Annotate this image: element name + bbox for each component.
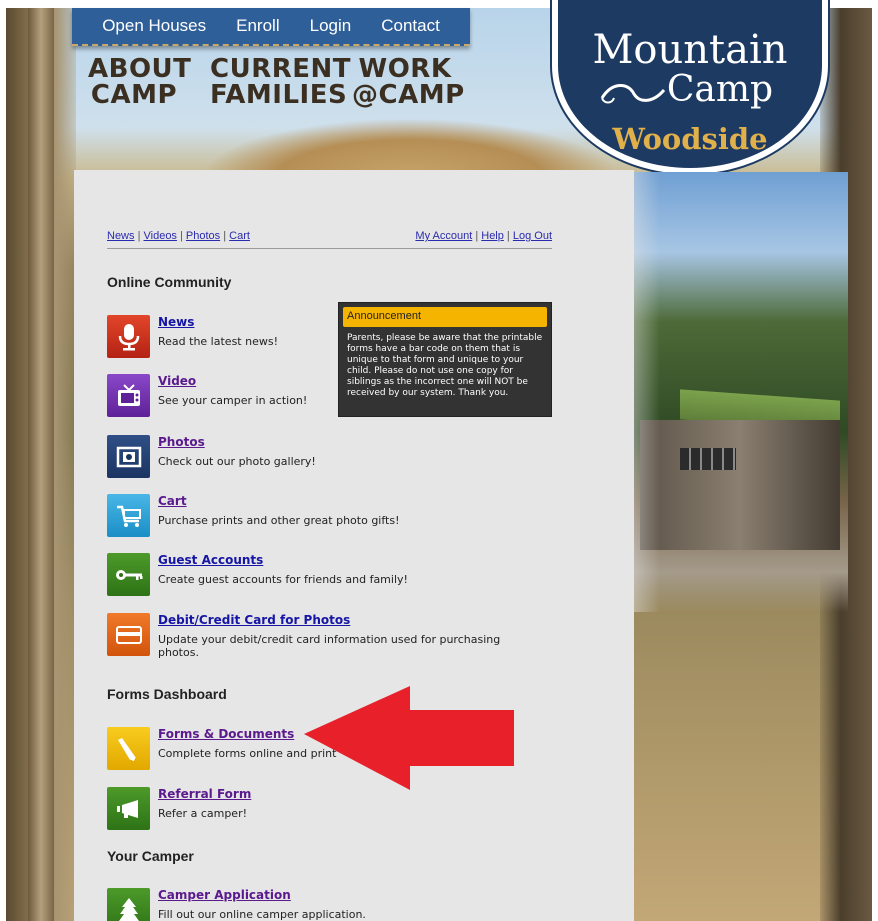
logo-camp-text: Camp: [666, 69, 774, 110]
list-item-camper-application: Camper Application Fill out our online c…: [107, 888, 547, 921]
camper-application-description: Fill out our online camper application.: [158, 908, 366, 921]
guest-accounts-link[interactable]: Guest Accounts: [158, 553, 263, 567]
video-link[interactable]: Video: [158, 374, 196, 388]
section-online-community: Online Community: [107, 274, 232, 290]
announcement-box: Announcement Parents, please be aware th…: [338, 302, 552, 417]
list-item-debit-credit: Debit/Credit Card for Photos Update your…: [107, 613, 547, 659]
link-cart[interactable]: Cart: [229, 230, 250, 242]
photo-fade-edge: [600, 172, 660, 612]
pine-tree-icon[interactable]: [107, 888, 150, 921]
forms-documents-link[interactable]: Forms & Documents: [158, 727, 294, 741]
nav-contact[interactable]: Contact: [381, 16, 440, 36]
link-my-account[interactable]: My Account: [415, 230, 472, 242]
camper-application-link[interactable]: Camper Application: [158, 888, 291, 902]
background-hills: [200, 118, 620, 178]
chalk-nav-work-line2: @CAMP: [352, 80, 465, 110]
section-links: News | Videos | Photos | Cart: [107, 230, 250, 242]
referral-form-description: Refer a camper!: [158, 807, 247, 820]
chalk-nav-current-line2: FAMILIES: [210, 80, 348, 110]
key-icon[interactable]: [107, 553, 150, 596]
background-tree-trunk: [28, 8, 54, 921]
announcement-title: Announcement: [343, 307, 547, 327]
guest-accounts-description: Create guest accounts for friends and fa…: [158, 573, 408, 586]
photo-building: [640, 420, 840, 550]
account-link-bar: News | Videos | Photos | Cart My Account…: [107, 229, 552, 249]
nav-open-houses[interactable]: Open Houses: [102, 16, 206, 36]
photo-windows: [680, 448, 736, 470]
cart-description: Purchase prints and other great photo gi…: [158, 514, 400, 527]
link-news[interactable]: News: [107, 230, 135, 242]
chalk-nav-current-line1: CURRENT: [210, 54, 351, 84]
logo-mountain-text: Mountain: [592, 27, 788, 73]
chalk-nav-about-line2: CAMP: [90, 80, 178, 110]
news-link[interactable]: News: [158, 315, 194, 329]
debit-credit-description: Update your debit/credit card informatio…: [158, 633, 501, 659]
referral-form-link[interactable]: Referral Form: [158, 787, 251, 801]
credit-card-icon[interactable]: [107, 613, 150, 656]
section-your-camper: Your Camper: [107, 848, 194, 864]
chalk-nav-about-line1: ABOUT: [88, 54, 192, 84]
cart-link[interactable]: Cart: [158, 494, 187, 508]
mountain-camp-logo[interactable]: Mountain Camp Woodside: [552, 0, 828, 174]
megaphone-icon[interactable]: [107, 787, 150, 830]
link-videos[interactable]: Videos: [144, 230, 177, 242]
tv-icon[interactable]: [107, 374, 150, 417]
list-item-cart: Cart Purchase prints and other great pho…: [107, 494, 547, 538]
nav-enroll[interactable]: Enroll: [236, 16, 279, 36]
photo-frame-icon[interactable]: [107, 435, 150, 478]
chalk-nav-about-camp[interactable]: ABOUT CAMP: [88, 54, 192, 110]
debit-credit-link[interactable]: Debit/Credit Card for Photos: [158, 613, 350, 627]
link-photos[interactable]: Photos: [186, 230, 220, 242]
shopping-cart-icon[interactable]: [107, 494, 150, 537]
microphone-icon[interactable]: [107, 315, 150, 358]
list-item-guest-accounts: Guest Accounts Create guest accounts for…: [107, 553, 547, 597]
user-links: My Account | Help | Log Out: [415, 230, 552, 242]
pencil-icon[interactable]: [107, 727, 150, 770]
chalk-nav-current-families[interactable]: CURRENT FAMILIES: [210, 54, 351, 110]
announcement-body: Parents, please be aware that the printa…: [347, 333, 543, 398]
logo-woodside-text: Woodside: [612, 122, 768, 156]
red-arrow-icon: [304, 686, 514, 790]
link-log-out[interactable]: Log Out: [513, 230, 552, 242]
top-nav: Open Houses Enroll Login Contact: [72, 8, 470, 46]
chalk-nav-work-line1: WORK: [358, 54, 452, 84]
photos-link[interactable]: Photos: [158, 435, 205, 449]
section-forms-dashboard: Forms Dashboard: [107, 686, 227, 702]
chalk-nav-work-at-camp[interactable]: WORK @CAMP: [352, 54, 465, 110]
link-help[interactable]: Help: [481, 230, 504, 242]
nav-login[interactable]: Login: [310, 16, 352, 36]
list-item-photos: Photos Check out our photo gallery!: [107, 435, 547, 479]
photos-description: Check out our photo gallery!: [158, 455, 316, 468]
